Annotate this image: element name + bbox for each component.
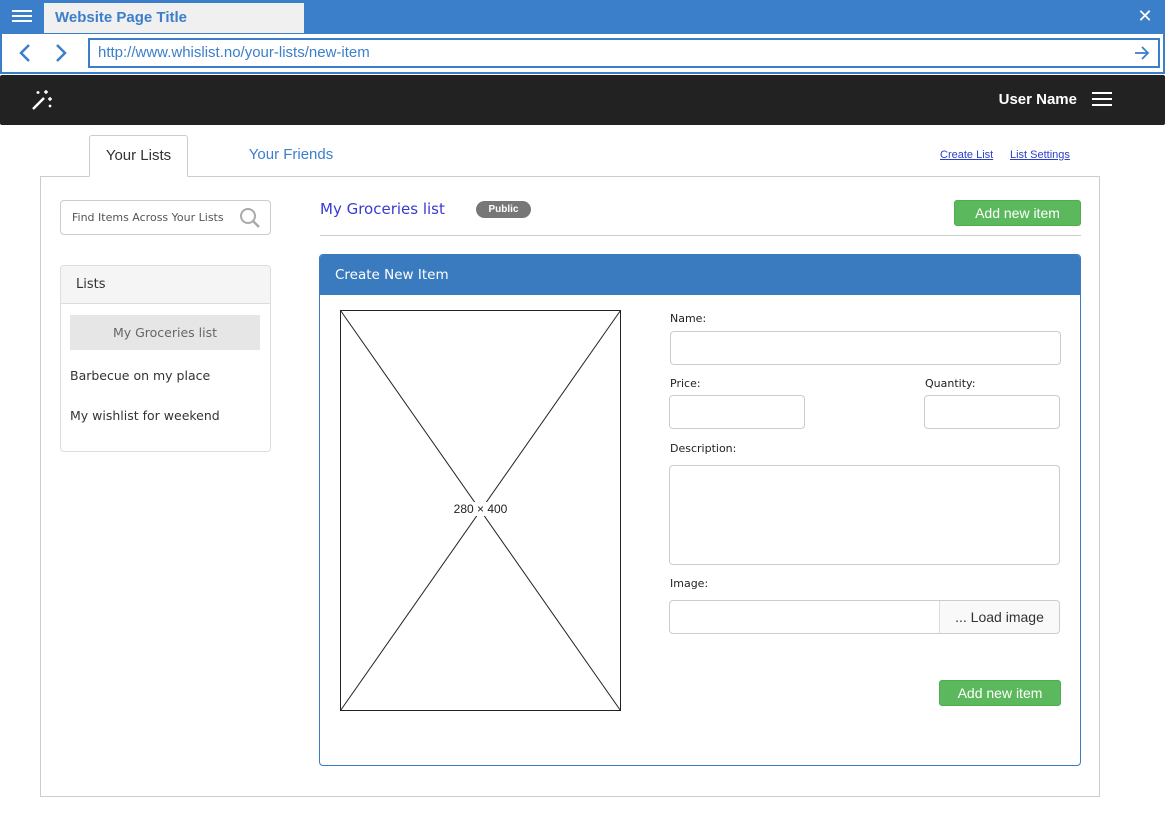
list-item-wishlist[interactable]: My wishlist for weekend bbox=[70, 398, 260, 433]
submit-new-item-button[interactable]: Add new item bbox=[939, 680, 1061, 706]
image-path-input[interactable] bbox=[670, 601, 940, 633]
magic-wand-icon[interactable] bbox=[30, 88, 54, 112]
quantity-field-box bbox=[924, 395, 1060, 429]
create-item-panel-title: Create New Item bbox=[320, 255, 1080, 295]
image-size-caption: 280 × 400 bbox=[340, 502, 621, 516]
quantity-label: Quantity: bbox=[925, 377, 976, 390]
price-field-box bbox=[669, 395, 805, 429]
tab-your-lists[interactable]: Your Lists bbox=[89, 135, 188, 177]
visibility-badge: Public bbox=[476, 201, 531, 218]
name-label: Name: bbox=[670, 312, 707, 325]
name-field-box bbox=[670, 331, 1061, 365]
image-label: Image: bbox=[670, 577, 709, 590]
menu-icon[interactable] bbox=[1092, 92, 1112, 108]
image-size-text: 280 × 400 bbox=[451, 502, 510, 516]
load-image-button[interactable]: ... Load image bbox=[939, 601, 1059, 633]
lists-panel: Lists My Groceries list Barbecue on my p… bbox=[60, 265, 271, 452]
user-name[interactable]: User Name bbox=[999, 91, 1077, 108]
browser-nav-bar: http://www.whislist.no/your-lists/new-it… bbox=[2, 34, 1163, 72]
price-input[interactable] bbox=[670, 396, 804, 428]
search-box bbox=[60, 200, 271, 235]
create-list-link[interactable]: Create List bbox=[940, 149, 993, 161]
list-item-barbecue[interactable]: Barbecue on my place bbox=[70, 358, 260, 393]
browser-chrome: Website Page Title ✕ http://www.whislist… bbox=[0, 0, 1165, 74]
url-bar[interactable]: http://www.whislist.no/your-lists/new-it… bbox=[88, 38, 1160, 68]
description-label: Description: bbox=[670, 442, 737, 455]
tab-your-friends[interactable]: Your Friends bbox=[240, 135, 342, 177]
search-input[interactable] bbox=[61, 201, 231, 234]
list-settings-link[interactable]: List Settings bbox=[1010, 149, 1070, 161]
url-text: http://www.whislist.no/your-lists/new-it… bbox=[98, 44, 370, 61]
name-input[interactable] bbox=[671, 332, 1060, 364]
browser-tab-title[interactable]: Website Page Title bbox=[44, 3, 304, 33]
list-item-groceries[interactable]: My Groceries list bbox=[70, 315, 260, 350]
back-arrow-icon[interactable] bbox=[14, 40, 36, 66]
browser-menu-icon[interactable] bbox=[10, 7, 34, 27]
forward-arrow-icon[interactable] bbox=[50, 40, 72, 66]
divider bbox=[320, 235, 1081, 236]
list-title: My Groceries list bbox=[320, 200, 445, 218]
price-label: Price: bbox=[670, 377, 701, 390]
description-input[interactable] bbox=[670, 466, 1059, 564]
image-field-box: ... Load image bbox=[669, 600, 1060, 634]
quantity-input[interactable] bbox=[925, 396, 1059, 428]
close-icon[interactable]: ✕ bbox=[1135, 6, 1155, 26]
app-header: User Name bbox=[0, 75, 1165, 125]
go-arrow-icon[interactable] bbox=[1132, 43, 1152, 63]
description-field-box bbox=[669, 465, 1060, 565]
add-new-item-button[interactable]: Add new item bbox=[954, 200, 1081, 226]
lists-panel-title: Lists bbox=[61, 266, 270, 304]
search-icon[interactable] bbox=[239, 207, 261, 229]
